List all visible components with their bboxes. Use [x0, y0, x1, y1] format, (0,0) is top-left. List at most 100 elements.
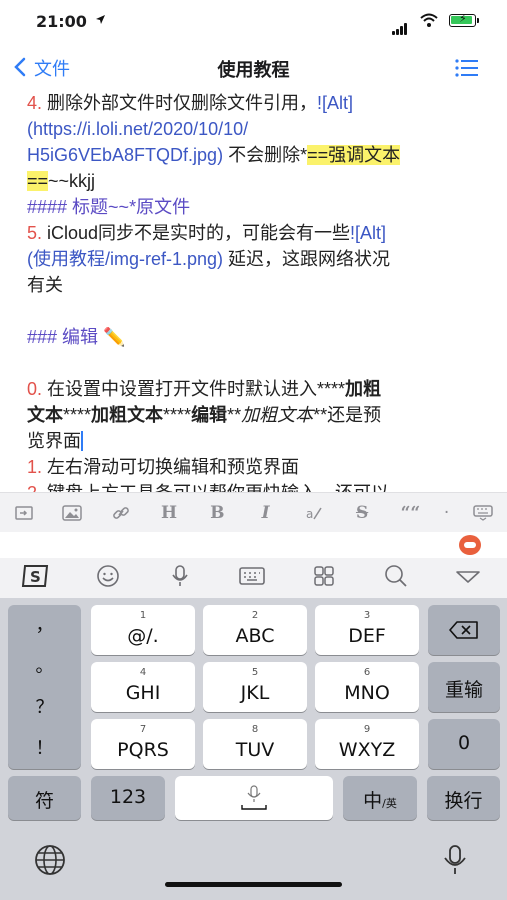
candidate-bar	[0, 532, 507, 558]
strikethrough-color-icon[interactable]: a	[290, 503, 338, 523]
key-letters: GHI	[125, 682, 161, 704]
editor-line: 文本****加粗文本****编辑**加粗文本**还是预	[27, 402, 487, 428]
backspace-key[interactable]	[428, 605, 500, 655]
highlighted-text: ==	[27, 171, 49, 191]
bold-text: 文本	[27, 405, 63, 425]
emoji-icon[interactable]	[72, 564, 144, 592]
image-icon[interactable]	[48, 503, 96, 523]
key-3[interactable]: 3 DEF	[315, 605, 419, 655]
line-text: **还是预	[313, 405, 382, 425]
strikethrough-button[interactable]: S	[338, 503, 386, 523]
wifi-icon	[420, 12, 438, 31]
battery-tip	[477, 18, 479, 23]
key-9[interactable]: 9 WXYZ	[315, 719, 419, 769]
navigation-bar: 文件 使用教程	[0, 46, 507, 90]
image-link-line: (https://i.loli.net/2020/10/10/	[27, 119, 249, 139]
dictation-microphone-icon[interactable]	[442, 844, 472, 878]
hide-keyboard-icon[interactable]	[459, 503, 507, 523]
back-button[interactable]: 文件	[14, 55, 70, 81]
key-digit: 4	[139, 667, 147, 678]
line-text: ****	[163, 405, 192, 425]
editor-line: 有关	[27, 275, 63, 295]
editor-line: ==~~kkjj	[27, 168, 487, 194]
editor-line: 览界面	[27, 428, 487, 454]
key-letters: PQRS	[117, 739, 169, 761]
svg-text:a: a	[306, 507, 313, 521]
key-digit: 2	[251, 610, 259, 621]
key-8[interactable]: 8 TUV	[203, 719, 307, 769]
ime-toolbar: S	[0, 558, 507, 598]
image-link: H5iG6VEbA8FTQDf.jpg)	[27, 145, 224, 165]
editor-line: 5. iCloud同步不是实时的，可能会有一些![Alt]	[27, 220, 487, 246]
key-5[interactable]: 5 JKL	[203, 662, 307, 712]
quote-button[interactable]: ““	[386, 503, 434, 523]
mascot-icon[interactable]	[459, 535, 481, 555]
en-label: /英	[382, 797, 397, 810]
punct-key[interactable]: 。	[8, 646, 81, 687]
bold-text: 加粗文本	[91, 405, 164, 425]
key-6[interactable]: 6 MNO	[315, 662, 419, 712]
line-text: 览界面	[27, 431, 81, 451]
keyboard-icon[interactable]	[216, 566, 288, 590]
punct-key[interactable]: ？	[8, 687, 81, 728]
zero-key[interactable]: 0	[428, 719, 500, 769]
symbol-label: 符	[34, 790, 54, 812]
reenter-key[interactable]: 重输	[428, 662, 500, 712]
key-7[interactable]: 7 PQRS	[91, 719, 195, 769]
space-mic-icon	[241, 785, 267, 810]
grid-icon[interactable]	[288, 565, 360, 591]
editor-line: (使用教程/img-ref-1.png) 延迟，这跟网络状况	[27, 246, 487, 272]
symbol-key[interactable]: 符	[8, 776, 81, 820]
list-number: 4.	[27, 93, 43, 113]
list-icon[interactable]	[455, 58, 479, 78]
zero-label: 0	[457, 732, 471, 754]
indent-icon[interactable]	[0, 503, 48, 523]
search-icon[interactable]	[360, 564, 432, 592]
key-letters: @/.	[127, 625, 159, 647]
space-key[interactable]	[175, 776, 333, 820]
list-number: 1.	[27, 457, 43, 477]
key-1[interactable]: 1 @/.	[91, 605, 195, 655]
italic-button[interactable]: I	[241, 503, 289, 523]
bold-button[interactable]: B	[193, 503, 241, 523]
newline-key[interactable]: 换行	[427, 776, 500, 820]
line-text: 删除外部文件时仅删除文件引用，	[42, 93, 318, 113]
image-link: (使用教程/img-ref-1.png)	[27, 249, 224, 269]
globe-icon[interactable]	[34, 844, 68, 878]
editor-line: 0. 在设置中设置打开文件时默认进入****加粗	[27, 376, 487, 402]
reenter-label: 重输	[444, 679, 483, 701]
svg-text:S: S	[30, 568, 41, 586]
markdown-editor[interactable]: 4. 删除外部文件时仅删除文件引用，![Alt] (https://i.loli…	[27, 90, 487, 492]
key-4[interactable]: 4 GHI	[91, 662, 195, 712]
sogou-logo-icon[interactable]: S	[0, 563, 72, 593]
bold-text: 加粗	[345, 379, 382, 399]
editor-line: H5iG6VEbA8FTQDf.jpg) 不会删除*==强调文本	[27, 142, 487, 168]
microphone-icon[interactable]	[144, 564, 216, 592]
key-digit: 7	[139, 724, 147, 735]
location-arrow-icon	[95, 14, 106, 28]
italic-text: 加粗文本	[241, 405, 314, 425]
key-letters: JKL	[240, 682, 270, 704]
more-dot[interactable]: ·	[435, 503, 459, 523]
bold-text: 编辑	[191, 405, 228, 425]
editor-line: 2. 键盘上方工具条可以帮你更快输入，还可以	[27, 480, 487, 492]
heading-button[interactable]: H	[145, 503, 193, 523]
collapse-keyboard-icon[interactable]	[432, 569, 504, 588]
line-text: ~~kkjj	[48, 171, 96, 191]
numbers-key[interactable]: 123	[91, 776, 165, 820]
link-icon[interactable]	[97, 503, 145, 523]
key-digit: 6	[363, 667, 371, 678]
punct-key[interactable]: ，	[8, 605, 81, 646]
format-toolbar: H B I a S ““ ·	[0, 492, 507, 532]
punct-key[interactable]: ！	[8, 728, 81, 769]
chinese-english-key[interactable]: 中/英	[343, 776, 417, 820]
line-text: **	[227, 405, 242, 425]
heading-line: #### 标题~~*原文件	[27, 197, 191, 217]
list-number: 5.	[27, 223, 43, 243]
key-letters: MNO	[344, 682, 390, 704]
key-2[interactable]: 2 ABC	[203, 605, 307, 655]
backspace-icon	[449, 621, 478, 639]
key-digit: 9	[363, 724, 371, 735]
home-indicator	[165, 882, 342, 887]
